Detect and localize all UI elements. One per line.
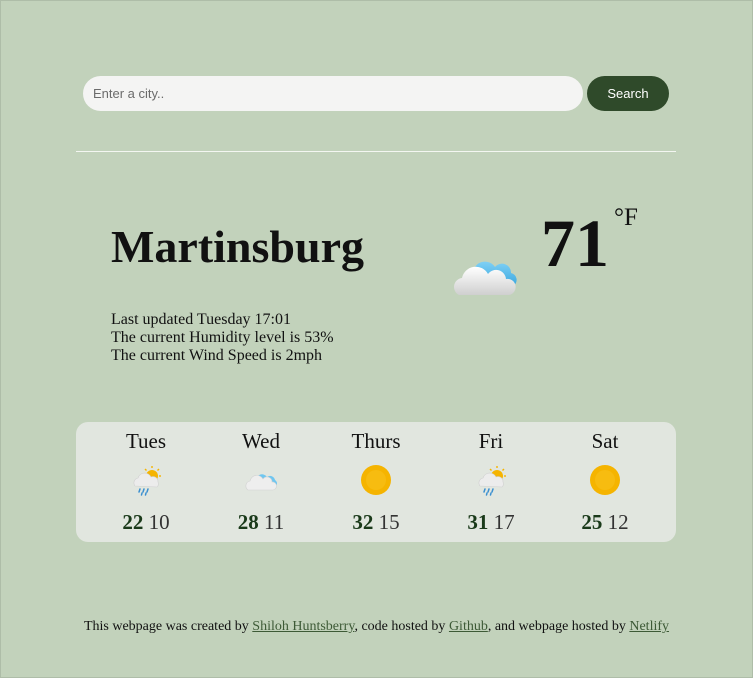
forecast-day-name: Thurs [351,429,401,453]
footer-text: , code hosted by [354,619,449,634]
forecast-temps: 31 17 [436,510,546,534]
city-search-input[interactable] [83,76,583,111]
temperature-value: 71 [541,205,609,281]
humidity-text: The current Humidity level is 53% [111,329,334,346]
forecast-low: 11 [264,510,285,534]
forecast-high: 32 [352,510,374,534]
forecast-day-name: Fri [478,429,504,453]
forecast-temps: 28 11 [206,510,316,534]
forecast-high: 22 [122,510,144,534]
github-link[interactable]: Github [449,619,488,634]
sun-icon [590,465,620,495]
divider [76,151,676,152]
search-bar: Search [83,76,669,111]
sun-rain-icon [478,466,506,496]
forecast-day: Fri 31 17 [436,422,546,542]
author-link[interactable]: Shiloh Huntsberry [252,619,354,634]
wind-speed-text: The current Wind Speed is 2mph [111,347,323,364]
temperature-unit: °F [614,204,638,231]
forecast-low: 10 [148,510,170,534]
sun-icon [361,465,391,495]
cloud-icon [454,261,517,295]
last-updated-text: Last updated Tuesday 17:01 [111,311,291,328]
forecast-low: 12 [607,510,629,534]
footer: This webpage was created by Shiloh Hunts… [0,619,753,635]
footer-text: , and webpage hosted by [487,619,630,634]
search-button[interactable]: Search [587,76,669,111]
sun-rain-icon [133,466,161,496]
city-name: Martinsburg [111,221,364,272]
forecast-low: 15 [378,510,400,534]
forecast-day-name: Tues [125,429,167,453]
cloud-icon [245,474,277,491]
forecast-day-name: Sat [591,429,619,453]
forecast-high: 31 [467,510,489,534]
forecast-day: Wed 28 11 [206,422,316,542]
netlify-link[interactable]: Netlify [629,619,669,634]
forecast-day: Sat 25 12 [550,422,660,542]
forecast-panel: Tues 22 10 Wed 28 11 Thurs 32 15 Fri 31 … [76,422,676,542]
forecast-temps: 32 15 [321,510,431,534]
forecast-high: 28 [237,510,259,534]
footer-text: This webpage was created by [83,619,253,634]
forecast-temps: 25 12 [550,510,660,534]
forecast-day: Tues 22 10 [91,422,201,542]
forecast-day-name: Wed [242,429,280,453]
forecast-low: 17 [493,510,515,534]
weather-details: Last updated Tuesday 17:01 The current H… [111,311,334,365]
forecast-high: 25 [581,510,603,534]
forecast-temps: 22 10 [91,510,201,534]
forecast-day: Thurs 32 15 [321,422,431,542]
